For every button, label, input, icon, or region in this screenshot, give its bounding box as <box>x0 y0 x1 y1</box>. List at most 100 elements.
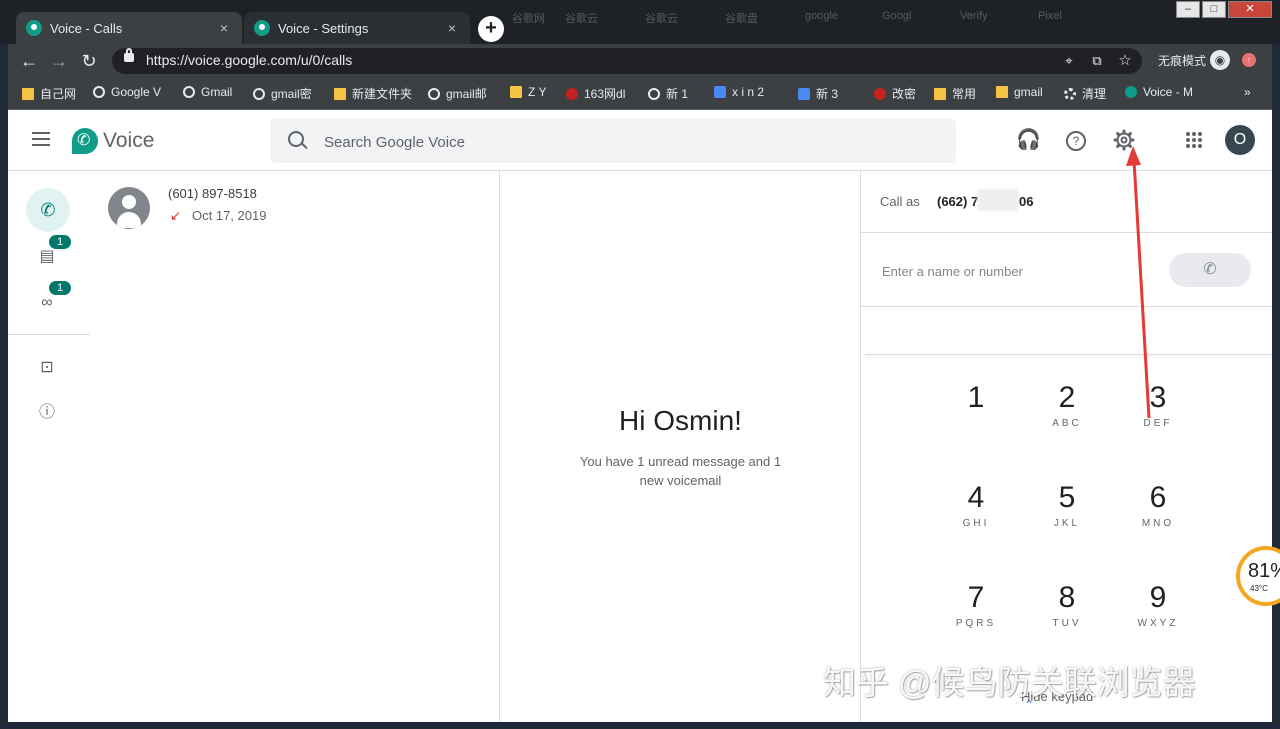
bookmark-item[interactable]: Gmail <box>183 85 232 99</box>
divider <box>861 306 1272 307</box>
bookmark-label: Voice - M <box>1143 85 1194 99</box>
tab-close-icon[interactable]: × <box>216 20 232 36</box>
keypad-key-1[interactable]: 1 <box>941 380 1011 440</box>
help-icon[interactable]: ? <box>1066 131 1086 151</box>
background-tab[interactable]: 谷歌盘 <box>725 10 758 28</box>
background-tab[interactable]: google <box>805 10 838 28</box>
bookmark-item[interactable]: Z Y <box>510 85 546 99</box>
bookmark-item[interactable]: x i n 2 <box>714 85 764 99</box>
nav-calls-phone-icon[interactable]: ✆ <box>26 188 70 232</box>
background-tab[interactable]: 谷歌云 <box>565 10 598 28</box>
bookmark-label: x i n 2 <box>732 85 765 99</box>
window-close-button[interactable]: ✕ <box>1228 1 1272 18</box>
bookmark-label: Z Y <box>528 85 547 99</box>
background-tab[interactable]: Googl <box>882 10 911 28</box>
reload-icon[interactable]: ↻ <box>78 50 100 72</box>
keypad-digit: 4 <box>967 481 985 514</box>
nav-messages-icon[interactable]: ▤ <box>37 247 57 267</box>
url-text[interactable]: https://voice.google.com/u/0/calls <box>146 52 352 68</box>
bookmark-item[interactable]: gmail <box>996 85 1043 99</box>
search-input[interactable] <box>322 131 926 153</box>
keypad-key-6[interactable]: 6 MNO <box>1123 480 1193 540</box>
messages-badge: 1 <box>49 235 71 249</box>
nav-spam-icon[interactable]: ⓘ <box>37 403 57 423</box>
bookmark-item[interactable]: 新 1 <box>648 85 688 102</box>
folder-icon <box>510 86 522 98</box>
bookmark-item[interactable]: 新 3 <box>798 85 838 102</box>
google-icon <box>183 86 195 98</box>
keypad-digit: 8 <box>1058 581 1076 614</box>
keypad-digit: 3 <box>1149 381 1167 414</box>
address-bar[interactable]: https://voice.google.com/u/0/calls ⌖ ⧉ ☆ <box>112 48 1142 74</box>
bookmark-item[interactable]: 常用 <box>934 85 976 102</box>
tab-strip: Voice - Calls × Voice - Settings × + 谷歌网… <box>0 0 1280 44</box>
voicemail-badge: 1 <box>49 281 71 295</box>
dial-number-input[interactable] <box>880 260 1144 282</box>
settings-gear-icon[interactable] <box>1112 128 1136 152</box>
background-tab[interactable]: Verify <box>960 10 988 28</box>
extension-icon[interactable]: ↑ <box>1242 53 1256 67</box>
bookmark-item[interactable]: Voice - M <box>1125 85 1193 99</box>
keypad-key-9[interactable]: 9 WXYZ <box>1123 580 1193 640</box>
call-button[interactable]: ✆ <box>1169 253 1251 287</box>
translate-icon[interactable]: ⧉ <box>1086 50 1108 72</box>
keypad-key-2[interactable]: 2 ABC <box>1032 380 1102 440</box>
bookmark-label: gmail密 <box>271 87 312 101</box>
background-tab[interactable]: 谷歌网 <box>512 10 545 28</box>
bookmark-label: gmail <box>1014 85 1043 99</box>
bookmark-item[interactable]: 清理 <box>1064 85 1106 102</box>
bookmark-item[interactable]: 新建文件夹 <box>334 85 412 102</box>
keypad-key-3[interactable]: 3 DEF <box>1123 380 1193 440</box>
apps-grid-icon[interactable] <box>1186 132 1202 148</box>
bookmark-item[interactable]: 自己网 <box>22 85 76 102</box>
tab-title: Voice - Calls <box>50 20 123 36</box>
account-avatar[interactable]: O <box>1225 125 1255 155</box>
minimize-button[interactable]: – <box>1176 1 1200 18</box>
bookmark-item[interactable]: Google V <box>93 85 161 99</box>
greeting-title: Hi Osmin! <box>619 405 742 436</box>
keypad-key-4[interactable]: 4 GHI <box>941 480 1011 540</box>
bookmark-item[interactable]: 163网dl <box>566 85 625 102</box>
tab-close-icon[interactable]: × <box>444 20 460 36</box>
maximize-button[interactable]: □ <box>1202 1 1226 18</box>
browser-toolbar: ← → ↻ https://voice.google.com/u/0/calls… <box>8 44 1272 78</box>
bookmarks-more-button[interactable]: » <box>1244 85 1251 99</box>
tab-voice-settings[interactable]: Voice - Settings × <box>244 12 470 44</box>
call-as-label: Call as <box>880 194 920 209</box>
back-icon[interactable]: ← <box>18 50 40 72</box>
nav-archive-icon[interactable]: ⊡ <box>37 358 57 378</box>
google-icon <box>428 87 440 100</box>
bookmark-item[interactable]: gmail密 <box>253 85 312 102</box>
menu-icon[interactable] <box>32 132 50 146</box>
nav-voicemail-icon[interactable]: ∞ <box>37 293 57 313</box>
background-tab[interactable]: Pixel <box>1038 10 1062 28</box>
location-blocked-icon[interactable]: ⌖ <box>1058 50 1080 72</box>
incognito-icon[interactable]: ◉ <box>1210 50 1230 70</box>
folder-icon <box>996 86 1008 98</box>
incognito-label: 无痕模式 <box>1158 54 1207 68</box>
voice-favicon-icon <box>26 20 42 36</box>
keypad-letters: MNO <box>1141 518 1175 529</box>
tab-voice-calls[interactable]: Voice - Calls × <box>16 12 242 44</box>
keypad-key-5[interactable]: 5 JKL <box>1032 480 1102 540</box>
nav-divider <box>8 334 90 335</box>
forward-icon[interactable]: → <box>48 50 70 72</box>
bookmark-item[interactable]: 改密 <box>874 85 916 102</box>
contact-avatar <box>108 187 150 229</box>
keypad-digit: 2 <box>1058 381 1076 414</box>
bookmark-item[interactable]: gmail邮 <box>428 85 487 102</box>
keypad-letters: PQRS <box>955 618 997 629</box>
bookmark-label: 163网dl <box>584 87 626 101</box>
keypad-key-7[interactable]: 7 PQRS <box>941 580 1011 640</box>
star-icon[interactable]: ☆ <box>1114 50 1136 72</box>
headset-icon[interactable]: 🎧 <box>1016 128 1041 152</box>
new-tab-button[interactable]: + <box>478 16 504 42</box>
missed-call-icon: ↙ <box>170 208 181 223</box>
bookmark-label: 新建文件夹 <box>352 87 413 101</box>
call-as-number[interactable]: (662) 7 <box>937 194 978 209</box>
background-tab[interactable]: 谷歌云 <box>645 10 678 28</box>
keypad-key-8[interactable]: 8 TUV <box>1032 580 1102 640</box>
search-bar[interactable] <box>270 118 956 163</box>
app-title: Voice <box>103 129 155 152</box>
bookmark-label: gmail邮 <box>446 87 487 101</box>
